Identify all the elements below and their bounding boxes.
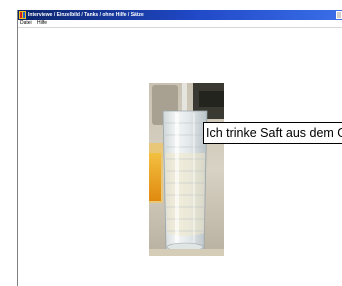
menu-bar: Datei Hilfe bbox=[18, 20, 342, 28]
sentence-caption: Ich trinke Saft aus dem Glas bbox=[203, 122, 342, 144]
app-icon bbox=[19, 11, 26, 19]
title-bar[interactable]: Interviewe / Einzelbild / Tanks / ohne H… bbox=[18, 10, 342, 20]
window-control-button[interactable] bbox=[336, 11, 342, 19]
window-title: Interviewe / Einzelbild / Tanks / ohne H… bbox=[28, 12, 144, 18]
app-window: Interviewe / Einzelbild / Tanks / ohne H… bbox=[17, 10, 342, 286]
content-area: Ich trinke Saft aus dem Glas bbox=[18, 28, 342, 286]
glass-of-juice-image bbox=[149, 83, 224, 256]
menu-item-file[interactable]: Datei bbox=[20, 20, 32, 27]
menu-item-help[interactable]: Hilfe bbox=[37, 20, 47, 27]
